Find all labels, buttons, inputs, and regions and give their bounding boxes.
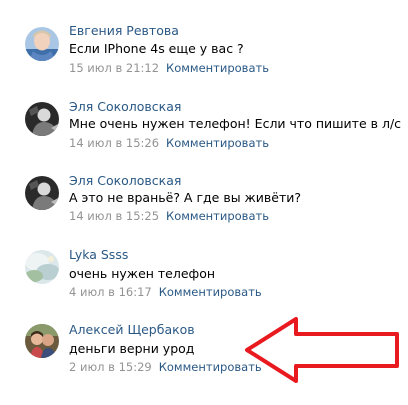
comment-date[interactable]: 14 июл в 15:25 [69, 209, 159, 223]
comment-author-link[interactable]: Евгения Ревтова [69, 23, 179, 39]
comment-date[interactable]: 2 июл в 15:29 [69, 360, 152, 374]
avatar[interactable] [25, 27, 59, 61]
comment-date[interactable]: 14 июл в 15:26 [69, 136, 159, 150]
comment-reply-link[interactable]: Комментировать [166, 209, 269, 223]
comment-text: Мне очень нужен телефон! Если что пишите… [69, 116, 402, 131]
comment-author-link[interactable]: Lyka Ssss [69, 247, 128, 263]
comment-item: Lyka Ssss очень нужен телефон 4 июл в 16… [0, 243, 408, 313]
annotation-arrow [244, 316, 404, 390]
comment-reply-link[interactable]: Комментировать [159, 285, 262, 299]
comment-meta: 2 июл в 15:29 Комментировать [69, 360, 262, 375]
avatar-photo-girl-icon [25, 27, 59, 61]
comment-text: очень нужен телефон [69, 266, 216, 281]
avatar-photo-bw-icon [25, 102, 59, 136]
comment-meta: 15 июл в 21:12 Комментировать [69, 61, 269, 76]
comment-author-link[interactable]: Алексей Щербаков [69, 322, 195, 338]
avatar-photo-landscape-icon [25, 250, 59, 284]
avatar-photo-bw-icon [25, 176, 59, 210]
avatar[interactable] [25, 176, 59, 210]
avatar[interactable] [25, 324, 59, 358]
comment-item: Евгения Ревтова Если IPhone 4s еще у вас… [0, 20, 408, 90]
comment-meta: 4 июл в 16:17 Комментировать [69, 285, 262, 300]
comment-date[interactable]: 15 июл в 21:12 [69, 61, 159, 75]
comment-author-link[interactable]: Эля Соколовская [69, 173, 181, 189]
comment-item: Эля Соколовская А это не враньё? А где в… [0, 169, 408, 239]
comment-reply-link[interactable]: Комментировать [166, 61, 269, 75]
comment-item: Эля Соколовская Мне очень нужен телефон!… [0, 95, 408, 165]
arrow-left-icon [245, 317, 399, 383]
comment-meta: 14 июл в 15:25 Комментировать [69, 209, 269, 224]
comment-date[interactable]: 4 июл в 16:17 [69, 285, 152, 299]
avatar[interactable] [25, 250, 59, 284]
avatar[interactable] [25, 102, 59, 136]
comment-text: Если IPhone 4s еще у вас ? [69, 41, 244, 56]
comment-reply-link[interactable]: Комментировать [166, 136, 269, 150]
avatar-photo-couple-icon [25, 324, 59, 358]
comment-meta: 14 июл в 15:26 Комментировать [69, 136, 269, 151]
comment-text: деньги верни урод [69, 341, 195, 356]
comment-text: А это не враньё? А где вы живёти? [69, 190, 302, 205]
comment-author-link[interactable]: Эля Соколовская [69, 99, 181, 115]
